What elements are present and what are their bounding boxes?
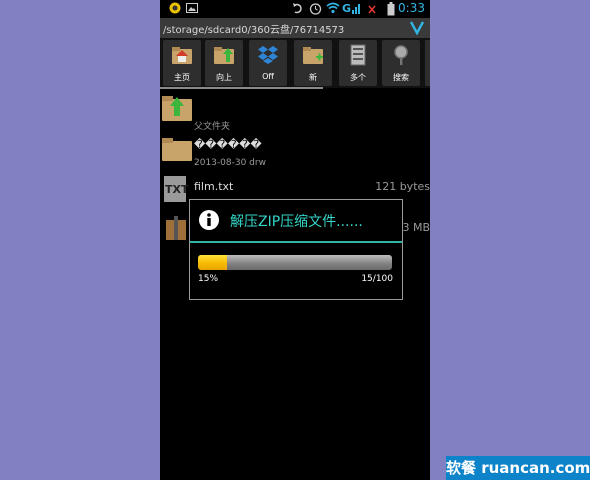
info-icon	[199, 210, 219, 230]
dropbox-toggle-button[interactable]: Off	[249, 40, 287, 86]
up-button[interactable]: 向上	[205, 40, 243, 86]
image-notification-icon	[186, 3, 198, 13]
new-folder-button[interactable]: 新	[294, 40, 332, 86]
dialog-title-divider	[190, 241, 402, 243]
path-bar[interactable]: /storage/sdcard0/360云盘/76714573	[160, 18, 430, 39]
phone-screen: G 0:33 /storage/sdcard0/360云盘/76714573 主…	[160, 0, 430, 480]
expand-path-icon[interactable]	[410, 20, 424, 35]
extract-progress-dialog: 解压ZIP压缩文件...... 15% 15/100	[189, 199, 403, 300]
battery-icon	[387, 2, 395, 16]
search-icon	[394, 45, 408, 65]
home-button-label: 主页	[174, 73, 190, 82]
dialog-title: 解压ZIP压缩文件......	[230, 214, 363, 230]
search-button[interactable]: 搜索	[382, 40, 420, 86]
home-folder-icon	[172, 47, 192, 64]
folder-icon	[162, 138, 192, 161]
sync-icon	[293, 3, 302, 14]
folder-up-icon	[214, 47, 234, 64]
list-item-file[interactable]: TXT film.txt 121 bytes	[160, 174, 430, 202]
parent-folder-label: 父文件夹	[194, 122, 231, 132]
list-item-folder[interactable]: ������ 2013-08-30 drw	[160, 134, 430, 174]
toolbar: 主页 向上 Off 新 多个 搜索	[160, 38, 430, 88]
parent-folder-icon	[162, 96, 192, 121]
up-button-label: 向上	[216, 73, 232, 82]
multi-select-button[interactable]: 多个	[339, 40, 377, 86]
dropbox-toggle-label: Off	[262, 72, 274, 81]
home-button[interactable]: 主页	[163, 40, 201, 86]
network-type-icon: G	[342, 2, 352, 15]
toolbar-scroll-indicator	[160, 87, 323, 89]
wifi-icon	[326, 2, 340, 14]
extract-progress-fill	[198, 255, 227, 270]
folder-name: ������	[194, 138, 262, 151]
alarm-icon	[309, 3, 322, 15]
folder-date: 2013-08-30 drw	[194, 158, 266, 168]
file-name: film.txt	[194, 180, 234, 193]
signal-icon	[352, 4, 360, 14]
dialog-header: 解压ZIP压缩文件......	[190, 200, 402, 240]
watermark: 软餐 ruancan.com	[446, 456, 590, 480]
multi-select-label: 多个	[350, 73, 366, 82]
archive-size: 3 MB	[402, 221, 430, 234]
dropbox-icon	[258, 46, 278, 64]
new-folder-icon	[303, 47, 323, 64]
new-folder-label: 新	[309, 73, 317, 82]
svg-text:TXT: TXT	[165, 183, 189, 196]
toolbar-overflow-edge	[425, 40, 430, 86]
status-clock: 0:33	[398, 1, 425, 15]
current-path: /storage/sdcard0/360云盘/76714573	[163, 25, 345, 36]
sim-missing-icon	[368, 5, 376, 14]
list-item-parent-folder[interactable]: 父文件夹	[160, 90, 430, 132]
multi-select-icon	[350, 44, 366, 66]
progress-count: 15/100	[361, 274, 393, 284]
extract-progress-bar	[198, 255, 392, 270]
file-size: 121 bytes	[375, 180, 430, 193]
notification-app-icon	[169, 2, 181, 14]
progress-percent: 15%	[198, 274, 219, 284]
search-button-label: 搜索	[393, 73, 409, 82]
status-bar: G 0:33	[160, 0, 430, 18]
